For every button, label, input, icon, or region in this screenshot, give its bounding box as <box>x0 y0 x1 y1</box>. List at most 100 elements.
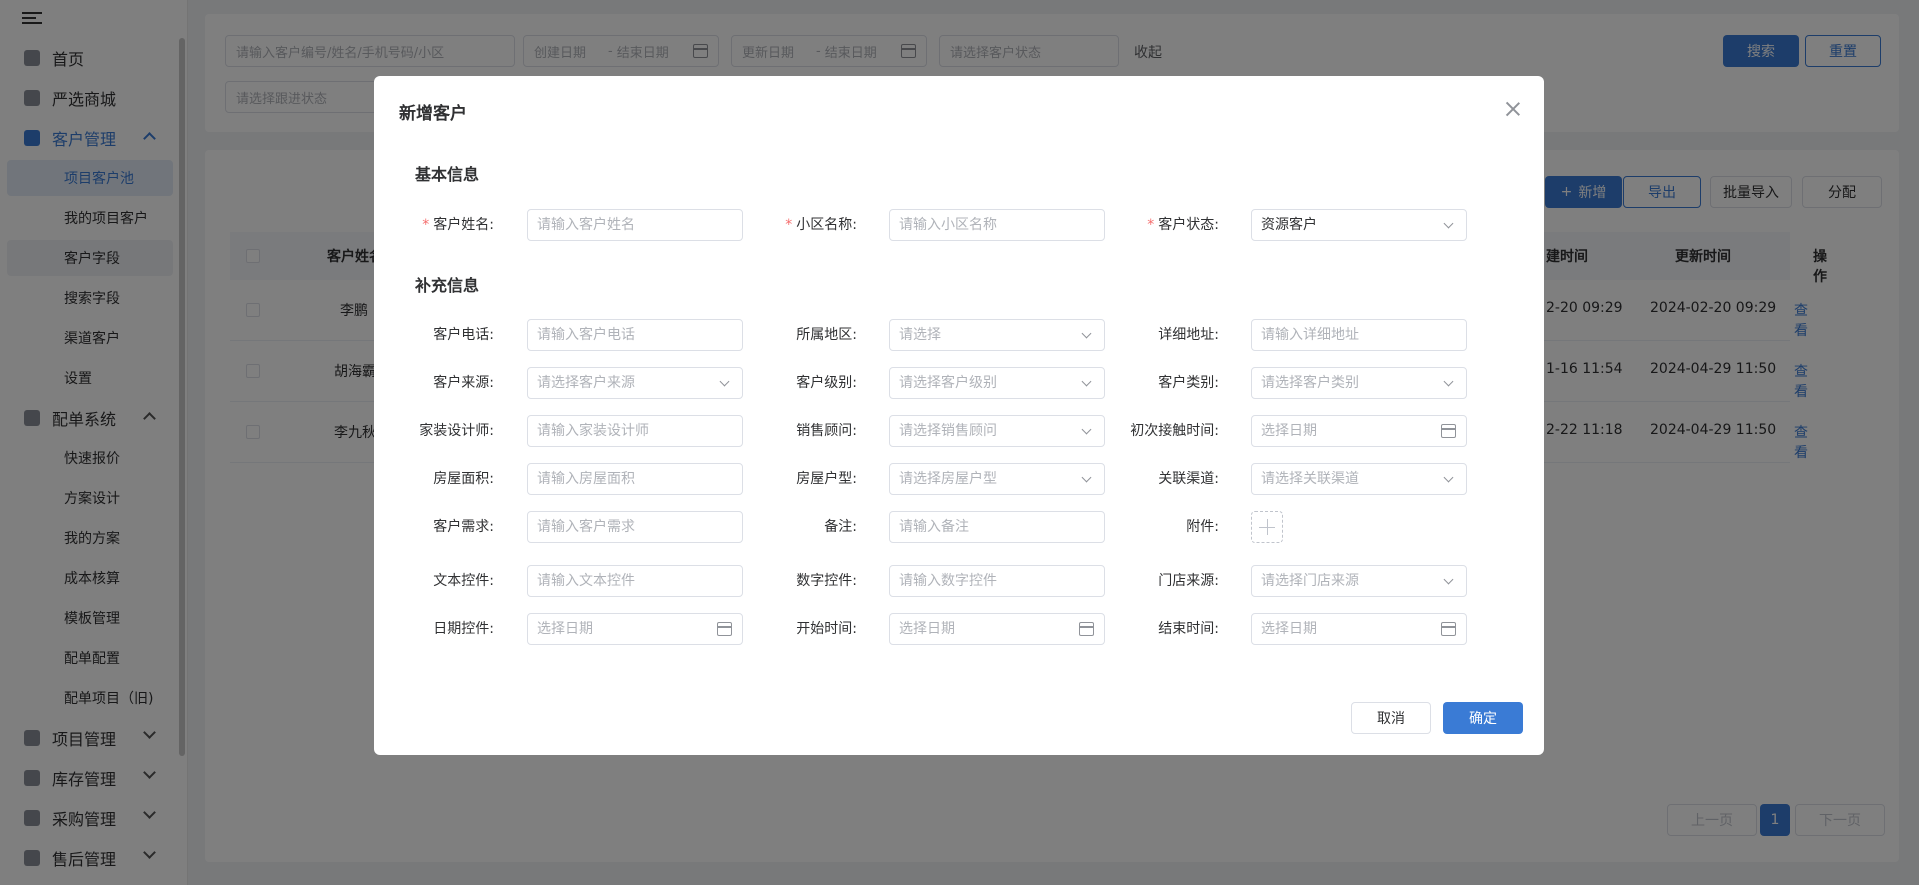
form-label-text: 附件: <box>1186 519 1219 535</box>
form-input[interactable]: 请输入客户姓名 <box>527 209 743 241</box>
form-label-text: 详细地址: <box>1158 327 1219 343</box>
form-placeholder: 请选择门店来源 <box>1261 573 1359 589</box>
form-label: 客户电话: <box>374 319 494 351</box>
form-placeholder: 请输入小区名称 <box>899 217 997 233</box>
chevron-down-icon <box>1081 472 1092 483</box>
form-label-text: 备注: <box>824 519 857 535</box>
form-label: 结束时间: <box>1099 613 1219 645</box>
form-label-text: 开始时间: <box>796 621 857 637</box>
form-label: 备注: <box>737 511 857 543</box>
form-label-text: 客户状态: <box>1158 217 1219 233</box>
form-label: 日期控件: <box>374 613 494 645</box>
form-select[interactable]: 请选择门店来源 <box>1251 565 1467 597</box>
confirm-button-label: 确定 <box>1469 711 1497 727</box>
cancel-button-label: 取消 <box>1377 711 1405 727</box>
form-placeholder: 请选择关联渠道 <box>1261 471 1359 487</box>
form-input[interactable]: 请输入文本控件 <box>527 565 743 597</box>
form-select[interactable]: 请选择客户来源 <box>527 367 743 399</box>
upload-plus-icon[interactable] <box>1251 511 1283 543</box>
form-placeholder: 选择日期 <box>1261 423 1317 439</box>
form-label: * 客户状态: <box>1099 209 1219 241</box>
form-placeholder: 请输入客户需求 <box>537 519 635 535</box>
form-label: 销售顾问: <box>737 415 857 447</box>
form-label: * 客户姓名: <box>374 209 494 241</box>
form-label-text: 所属地区: <box>796 327 857 343</box>
form-placeholder: 请输入详细地址 <box>1261 327 1359 343</box>
form-select[interactable]: 请选择客户类别 <box>1251 367 1467 399</box>
form-input[interactable]: 请输入详细地址 <box>1251 319 1467 351</box>
form-label: 所属地区: <box>737 319 857 351</box>
form-label: * 小区名称: <box>737 209 857 241</box>
form-date-picker[interactable]: 选择日期 <box>1251 613 1467 645</box>
required-mark: * <box>422 217 430 233</box>
form-placeholder: 选择日期 <box>537 621 593 637</box>
form-placeholder: 请选择 <box>899 327 941 343</box>
calendar-icon <box>1441 622 1456 636</box>
required-mark: * <box>1147 217 1155 233</box>
form-placeholder: 请选择销售顾问 <box>899 423 997 439</box>
form-label: 客户级别: <box>737 367 857 399</box>
form-date-picker[interactable]: 选择日期 <box>889 613 1105 645</box>
form-date-picker[interactable]: 选择日期 <box>1251 415 1467 447</box>
required-mark: * <box>785 217 793 233</box>
form-label-text: 门店来源: <box>1158 573 1219 589</box>
form-label-text: 客户电话: <box>433 327 494 343</box>
calendar-icon <box>717 622 732 636</box>
form-label-text: 客户需求: <box>433 519 494 535</box>
form-label: 开始时间: <box>737 613 857 645</box>
section-extra-title: 补充信息 <box>415 276 480 295</box>
form-placeholder: 请输入家装设计师 <box>537 423 649 439</box>
form-label-text: 家装设计师: <box>419 423 494 439</box>
form-placeholder: 请输入备注 <box>899 519 969 535</box>
form-label: 客户需求: <box>374 511 494 543</box>
form-label-text: 数字控件: <box>796 573 857 589</box>
form-label-text: 文本控件: <box>433 573 494 589</box>
form-label-text: 客户来源: <box>433 375 494 391</box>
cancel-button[interactable]: 取消 <box>1351 702 1431 734</box>
form-input[interactable]: 请输入小区名称 <box>889 209 1105 241</box>
form-placeholder: 请输入文本控件 <box>537 573 635 589</box>
form-date-picker[interactable]: 选择日期 <box>527 613 743 645</box>
chevron-down-icon <box>1081 376 1092 387</box>
close-icon[interactable] <box>1504 100 1522 118</box>
form-select[interactable]: 请选择客户级别 <box>889 367 1105 399</box>
form-placeholder: 请选择客户类别 <box>1261 375 1359 391</box>
form-label: 房屋户型: <box>737 463 857 495</box>
form-label-text: 小区名称: <box>796 217 857 233</box>
form-placeholder: 请输入客户电话 <box>537 327 635 343</box>
form-label: 房屋面积: <box>374 463 494 495</box>
chevron-down-icon <box>719 376 730 387</box>
chevron-down-icon <box>1443 472 1454 483</box>
form-input[interactable]: 请输入客户电话 <box>527 319 743 351</box>
add-customer-dialog: 新增客户 基本信息 补充信息 取消 确定 * 客户姓名: 请输入客户姓名 * 小区名称:… <box>374 76 1544 755</box>
form-label: 关联渠道: <box>1099 463 1219 495</box>
form-select[interactable]: 请选择 <box>889 319 1105 351</box>
form-placeholder: 选择日期 <box>899 621 955 637</box>
form-label-text: 日期控件: <box>433 621 494 637</box>
form-input[interactable]: 请输入客户需求 <box>527 511 743 543</box>
form-label-text: 客户姓名: <box>433 217 494 233</box>
form-input[interactable]: 请输入家装设计师 <box>527 415 743 447</box>
form-select[interactable]: 请选择销售顾问 <box>889 415 1105 447</box>
form-placeholder: 请选择房屋户型 <box>899 471 997 487</box>
form-label: 家装设计师: <box>374 415 494 447</box>
form-label-text: 销售顾问: <box>796 423 857 439</box>
form-input[interactable]: 请输入房屋面积 <box>527 463 743 495</box>
form-label-text: 结束时间: <box>1158 621 1219 637</box>
form-label: 初次接触时间: <box>1099 415 1219 447</box>
form-select[interactable]: 请选择房屋户型 <box>889 463 1105 495</box>
form-label: 客户类别: <box>1099 367 1219 399</box>
form-label: 详细地址: <box>1099 319 1219 351</box>
form-select[interactable]: 资源客户 <box>1251 209 1467 241</box>
form-input[interactable]: 请输入备注 <box>889 511 1105 543</box>
form-input[interactable]: 请输入数字控件 <box>889 565 1105 597</box>
section-basic-title: 基本信息 <box>415 165 480 184</box>
form-placeholder: 选择日期 <box>1261 621 1317 637</box>
form-placeholder: 请输入客户姓名 <box>537 217 635 233</box>
form-label-text: 关联渠道: <box>1158 471 1219 487</box>
confirm-button[interactable]: 确定 <box>1443 702 1523 734</box>
calendar-icon <box>1441 424 1456 438</box>
form-label: 门店来源: <box>1099 565 1219 597</box>
form-placeholder: 请输入数字控件 <box>899 573 997 589</box>
form-select[interactable]: 请选择关联渠道 <box>1251 463 1467 495</box>
